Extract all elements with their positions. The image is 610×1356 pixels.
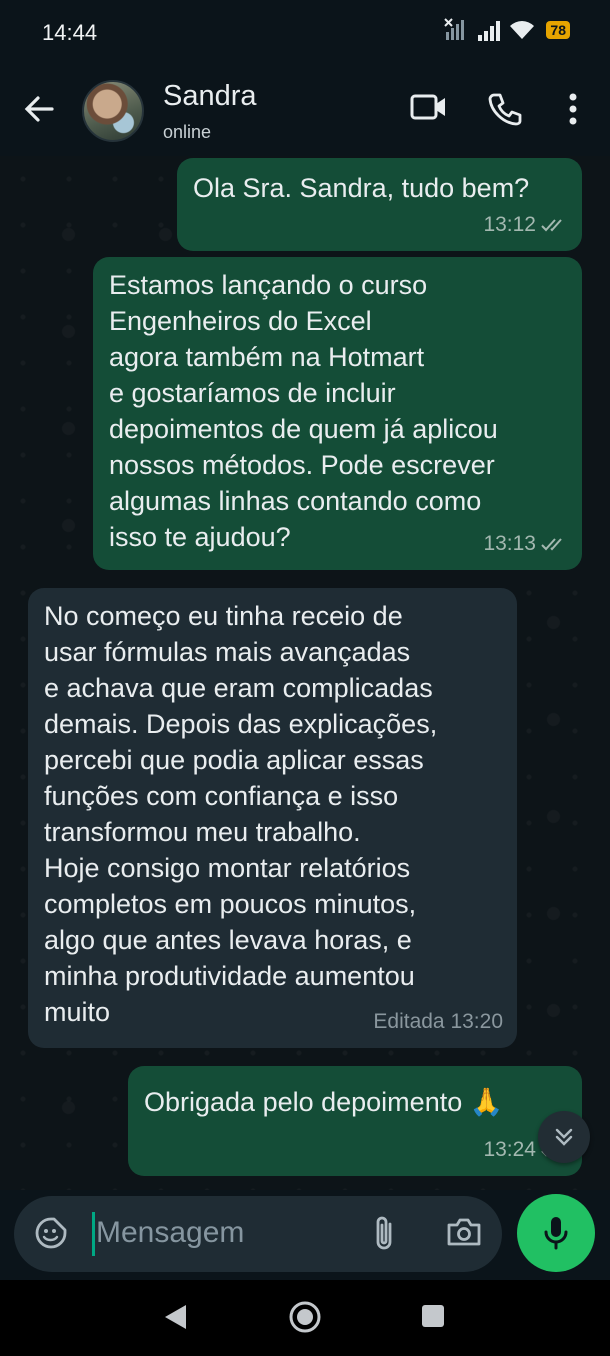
message-input-box[interactable] [14,1196,502,1272]
status-icons: 78 [444,18,570,42]
wifi-icon [510,21,536,39]
message-time: 13:12 [483,213,536,236]
sticker-emoji-icon[interactable] [34,1216,68,1250]
message-time: Editada 13:20 [373,1010,503,1033]
no-signal-icon [444,18,465,40]
video-call-icon[interactable] [410,92,448,122]
battery-icon: 78 [546,21,570,39]
message-bubble-incoming[interactable]: No começo eu tinha receio de usar fórmul… [28,588,517,1048]
system-nav-bar [0,1280,610,1356]
status-bar: 14:44 78 [0,0,610,64]
composer [0,1190,610,1280]
microphone-icon [544,1217,568,1250]
double-chevron-down-icon [555,1128,573,1146]
message-meta: Editada 13:20 [373,1004,503,1040]
attach-icon[interactable] [372,1214,396,1252]
contact-status: online [163,122,212,142]
status-time: 14:44 [42,20,98,45]
message-time: 13:24 [483,1138,536,1161]
message-text: Obrigada pelo depoimento 🙏 [144,1087,504,1117]
chat-header: Sandra online [0,64,610,156]
chat-area[interactable]: Ola Sra. Sandra, tudo bem? 13:12 Estamos… [0,156,610,1190]
contact-name[interactable]: Sandra [163,80,257,113]
avatar[interactable] [82,80,144,142]
nav-back-icon[interactable] [162,1302,188,1332]
double-check-icon [541,538,562,551]
camera-icon[interactable] [446,1216,482,1248]
message-time: 13:13 [483,532,536,555]
message-input[interactable] [96,1210,366,1256]
voice-message-button[interactable] [517,1194,595,1272]
message-bubble-outgoing[interactable]: Obrigada pelo depoimento 🙏 13:24 [128,1066,582,1176]
message-bubble-outgoing[interactable]: Ola Sra. Sandra, tudo bem? 13:12 [177,158,582,251]
text-caret [92,1212,95,1256]
message-bubble-outgoing[interactable]: Estamos lançando o curso Engenheiros do … [93,257,582,570]
message-text: Estamos lançando o curso Engenheiros do … [109,270,498,552]
signal-icon [478,19,501,41]
phone-icon[interactable] [488,92,522,126]
message-meta: 13:12 [483,207,568,243]
more-vert-icon[interactable] [566,92,580,126]
scroll-to-bottom-button[interactable] [538,1111,590,1163]
nav-recents-icon[interactable] [421,1304,445,1328]
message-text: Ola Sra. Sandra, tudo bem? [193,173,530,203]
message-meta: 13:13 [483,526,568,562]
double-check-icon [541,219,562,232]
nav-home-icon[interactable] [288,1300,322,1334]
back-arrow-icon[interactable] [22,92,56,126]
message-text: No começo eu tinha receio de usar fórmul… [44,601,438,1027]
